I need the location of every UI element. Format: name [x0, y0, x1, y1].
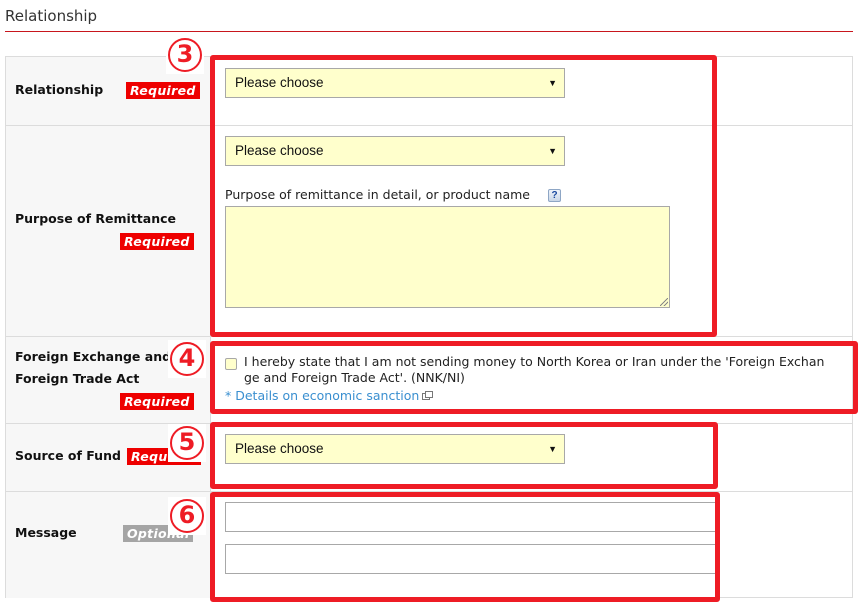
foreign-exchange-label-line1: Foreign Exchange and — [15, 349, 172, 364]
source-of-fund-label: Source of Fund — [15, 448, 121, 463]
annotation-number: 4 — [170, 342, 204, 376]
foreign-exchange-label-line2: Foreign Trade Act — [15, 371, 140, 386]
section-title: Relationship — [5, 7, 98, 25]
annotation-marker-6: 6 — [168, 497, 206, 535]
section-divider — [5, 31, 853, 32]
required-badge: Required — [120, 233, 194, 250]
label-cell: Purpose of Remittance Required — [6, 126, 211, 336]
annotation-box-4 — [210, 341, 858, 414]
purpose-label: Purpose of Remittance — [15, 211, 176, 226]
annotation-marker-4: 4 — [168, 340, 206, 378]
message-label: Message — [15, 525, 77, 540]
annotation-box-6 — [210, 492, 720, 602]
annotation-box-5 — [210, 422, 718, 489]
annotation-number: 3 — [168, 38, 202, 72]
annotation-number: 5 — [170, 426, 204, 460]
annotation-number: 6 — [170, 499, 204, 533]
annotation-box-3 — [210, 55, 717, 337]
relationship-label: Relationship — [15, 82, 104, 97]
annotation-marker-5: 5 — [168, 424, 206, 462]
required-badge: Required — [126, 82, 200, 99]
annotation-marker-3: 3 — [166, 36, 204, 74]
required-badge: Required — [120, 393, 194, 410]
